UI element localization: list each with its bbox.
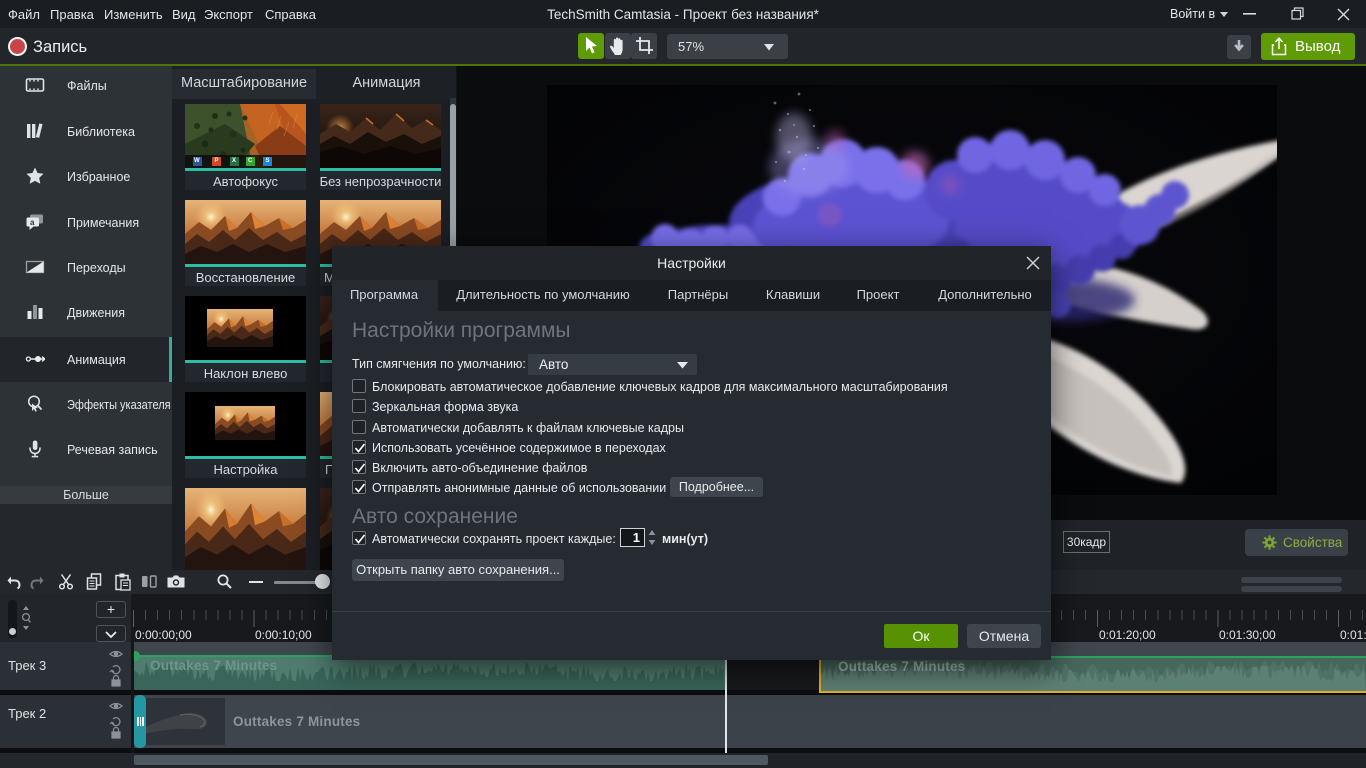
svg-text:a: a <box>30 218 35 227</box>
